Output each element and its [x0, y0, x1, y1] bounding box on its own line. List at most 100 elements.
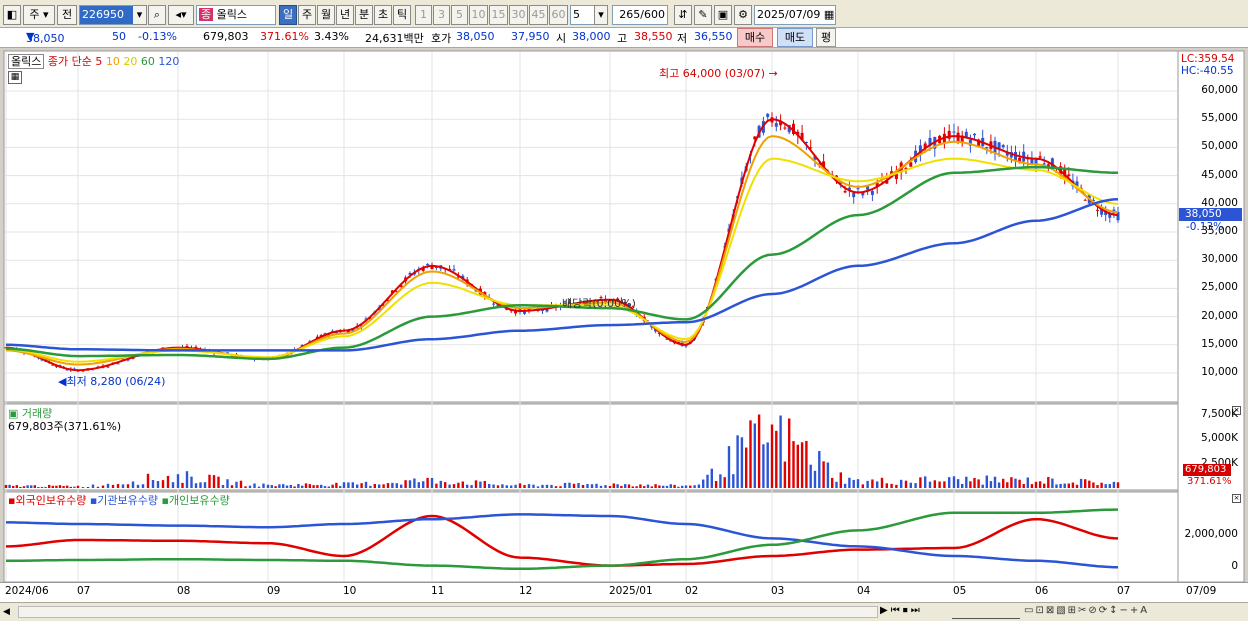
candle-body: [852, 192, 856, 198]
volume-bar: [96, 486, 100, 488]
volume-bar: [51, 485, 54, 488]
volume-bar: [351, 482, 354, 488]
volume-bar: [1014, 478, 1017, 488]
volume-bar: [19, 486, 22, 488]
volume-bar: [933, 480, 936, 488]
volume-bar: [956, 479, 960, 488]
volume-bar: [604, 485, 607, 488]
volume-bar: [1059, 483, 1062, 488]
legend-stock-name[interactable]: 올릭스: [8, 54, 45, 69]
volume-bar: [141, 484, 145, 488]
volume-bar: [880, 477, 884, 488]
volume-bar: [714, 481, 718, 488]
volume-bar: [1038, 481, 1042, 488]
x-tick: 03: [771, 585, 785, 597]
volume-bar: [1030, 484, 1034, 488]
volume-bar: [166, 475, 170, 488]
x-tick: 07: [77, 585, 91, 597]
volume-bar: [1026, 477, 1029, 488]
volume-bar: [121, 484, 125, 488]
volume-bar: [805, 440, 808, 488]
volume-bar: [608, 485, 612, 488]
volume-bar: [775, 430, 778, 488]
candle-body: [1067, 174, 1071, 176]
legend-ma120: 120: [158, 55, 180, 68]
volume-bar: [620, 485, 623, 488]
candle-body: [766, 113, 770, 117]
volume-bar: [723, 477, 726, 488]
table-toggle-icon[interactable]: ▦: [8, 71, 22, 84]
volume-bar: [1043, 483, 1046, 488]
volume-bar: [230, 485, 234, 488]
volume-bar: [1100, 482, 1103, 488]
volume-bar: [554, 486, 558, 488]
scroll-track[interactable]: [18, 606, 878, 618]
volume-bar: [826, 462, 830, 488]
volume-bar: [474, 480, 478, 488]
volume-bar: [44, 486, 47, 488]
volume-bar: [1104, 484, 1107, 488]
volume-bar: [323, 486, 327, 488]
volume-bar: [466, 484, 469, 488]
volume-bar: [757, 414, 761, 488]
volume-bar: [253, 483, 256, 488]
volume-bar: [81, 486, 85, 488]
volume-bar: [1022, 483, 1025, 488]
volume-bar: [541, 484, 544, 488]
volume-bar: [1071, 482, 1075, 488]
min-price-annotation: ◀최저 8,280 (06/24): [58, 375, 166, 388]
candle-body: [492, 303, 496, 305]
x-tick: 09: [267, 585, 281, 597]
x-tick: 07: [1117, 585, 1131, 597]
volume-bar: [22, 486, 26, 488]
volume-bar: [1108, 484, 1111, 488]
volume-bar: [732, 474, 735, 488]
volume-bar: [914, 483, 917, 488]
volume-bar: [577, 483, 580, 488]
bottom-scrollbar[interactable]: ◀ ▶⏮⏹⏭ ▭⊡⊠▧⊞✂⊘⟳↕−+A: [0, 602, 1248, 621]
volume-bar: [646, 484, 650, 488]
volume-bar: [1075, 484, 1079, 488]
volume-bar: [770, 424, 774, 488]
volume-bar: [706, 474, 709, 488]
volume-bar: [452, 484, 456, 488]
scroll-left-icon[interactable]: ◀: [3, 605, 15, 619]
volume-bar: [116, 484, 120, 488]
volume-bar: [339, 486, 342, 488]
tool-icons[interactable]: ▭⊡⊠▧⊞✂⊘⟳↕−+A: [1024, 605, 1149, 616]
volume-bar: [239, 480, 243, 488]
volume-bar: [689, 485, 692, 488]
volume-bar: [514, 484, 517, 488]
volume-bar: [650, 486, 653, 488]
candle-body: [1042, 163, 1046, 165]
holding-tick: 2,000,000: [1184, 528, 1238, 541]
volume-bar: [928, 481, 932, 488]
volume-bar: [843, 483, 847, 488]
volume-bar: [693, 485, 696, 488]
x-tick: 12: [519, 585, 533, 597]
candle-body: [843, 190, 847, 193]
volume-bar: [876, 481, 879, 488]
volume-bar: [501, 484, 504, 488]
volume-bar: [496, 485, 500, 488]
volume-bar: [856, 479, 860, 488]
x-tick: 11: [431, 585, 445, 597]
volume-bar: [848, 477, 851, 488]
volume-bar: [669, 484, 672, 488]
legend-ma-label: 종가 단순: [47, 55, 92, 68]
zoom-slider[interactable]: [952, 605, 1020, 619]
nav-controls[interactable]: ▶⏮⏹⏭: [880, 605, 923, 616]
volume-bar: [8, 484, 11, 488]
volume-bar: [400, 484, 403, 488]
x-tick: 08: [177, 585, 191, 597]
volume-bar: [106, 483, 110, 488]
volume-bar: [861, 484, 864, 488]
volume-bar: [235, 481, 238, 488]
volume-bar: [852, 479, 855, 488]
volume-bar: [1051, 478, 1054, 488]
volume-bar: [809, 464, 812, 488]
volume-bar: [297, 483, 300, 488]
volume-bar: [408, 480, 412, 488]
volume-bar: [835, 481, 838, 488]
volume-bar: [190, 476, 193, 488]
